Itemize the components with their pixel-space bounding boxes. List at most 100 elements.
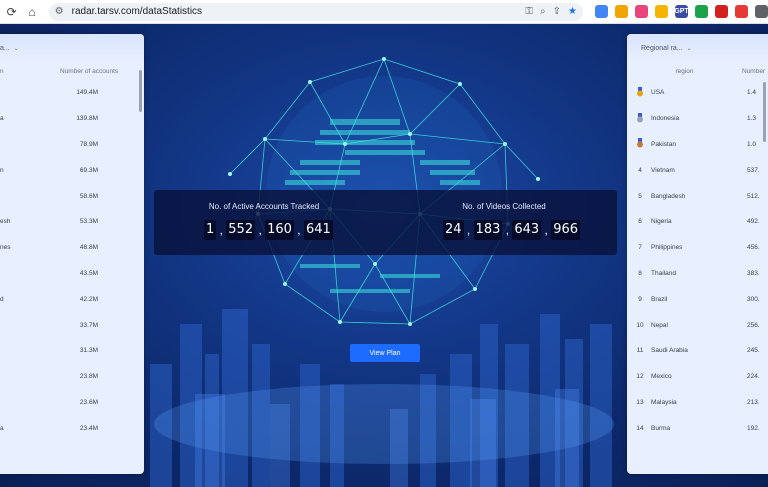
digit-separator: , [466,223,471,237]
accounts-cell: 58.6M [79,192,98,200]
accounts-counter: 1, 552, 160, 641 [204,220,333,240]
browser-toolbar: ⟳ ⌂ ⚙ radar.tarsv.com/dataStatistics ⚿ ⌕… [0,0,768,24]
left-panel-dropdown[interactable]: a... ⌄ [0,45,19,52]
accounts-cell: 139.8M [76,115,98,123]
videos-counter: 24, 183, 643, 966 [443,220,581,240]
data-statistics-page: a... ⌄ n Number of accounts 149.4M a 139.8… [0,24,768,487]
right-panel-dropdown[interactable]: Regional ra... ⌄ [641,45,692,52]
table-row [627,441,768,467]
accounts-cell: 33.7M [79,321,98,329]
table-row: 9 Brazil 300. [627,286,768,312]
left-panel-header: a... ⌄ [0,34,144,62]
left-scrollbar[interactable] [139,70,142,112]
back-icon[interactable]: ⟳ [3,3,20,21]
accounts-cell: 23.6M [79,398,98,406]
number-cell: 383. [747,269,760,277]
table-row: a 23.4M [0,415,144,441]
chevron-down-icon: ⌄ [13,45,19,52]
right-col-number: Number [742,67,766,75]
silver-medal-icon [627,112,649,125]
rank-cell: 12 [636,373,644,381]
region-cell: Thailand [651,269,676,277]
user-ext-icon[interactable] [655,5,668,18]
table-row: 4 Vietnam 537. [627,157,768,183]
region-cell: Malaysia [651,398,677,406]
bronze-medal-icon [627,138,649,150]
table-row: 149.4M [0,80,144,106]
accounts-digit-group: 552 [226,220,256,240]
green-ext-icon[interactable] [695,5,708,18]
number-cell: 300. [747,295,760,303]
accounts-digit-group: 1 [204,220,217,240]
site-info-icon[interactable]: ⚙ [55,6,64,17]
region-cell: Saudi Arabia [651,347,688,355]
left-accounts-panel: a... ⌄ n Number of accounts 149.4M a 139.8… [0,34,144,474]
number-cell: 1.0 [747,140,757,148]
chevron-down-icon: ⌄ [686,45,692,52]
address-bar[interactable]: ⚙ radar.tarsv.com/dataStatistics ⚿ ⌕ ⇪ ★ [48,2,583,21]
table-row: 10 Nepal 256. [627,312,768,338]
region-cell: Pakistan [651,140,676,148]
home-icon[interactable]: ⌂ [23,3,40,21]
view-plan-button[interactable]: View Plan [350,344,420,362]
region-cell: nes [0,244,11,252]
left-col-accounts: Number of accounts [60,67,119,75]
rank-cell: 6 [638,218,642,226]
accounts-cell: 42.2M [79,295,98,303]
rank-cell: 14 [636,424,644,432]
region-cell: Philippines [651,244,683,252]
opera-ext-icon[interactable] [715,5,728,18]
red-ext-icon[interactable] [735,5,748,18]
table-row: esh 53.3M [0,209,144,235]
accounts-cell: 69.3M [79,166,98,174]
videos-digit-group: 966 [551,220,581,240]
region-cell: esh [0,218,11,226]
table-row: Indonesia 1.3 [627,106,768,132]
rank-cell: 9 [638,295,642,303]
puzzle-icon[interactable] [755,5,768,18]
table-row: 14 Burma 192. [627,415,768,441]
region-cell: n [0,166,4,174]
region-cell: Mexico [651,373,672,381]
number-cell: 492. [747,218,760,226]
table-row: 5 Bangladesh 512. [627,183,768,209]
pink-ext-icon[interactable] [635,5,648,18]
chrome-ext-icon[interactable] [615,5,628,18]
accounts-cell: 78.9M [79,140,98,148]
right-dropdown-label: Regional ra... [641,44,683,52]
gpt-ext-icon[interactable]: GPT [674,5,689,18]
digit-separator: , [544,223,548,237]
url-text: radar.tarsv.com/dataStatistics [71,6,203,17]
rank-cell: 10 [636,321,644,329]
table-row: 11 Saudi Arabia 245. [627,338,768,364]
region-cell: a [0,424,4,432]
rank-cell: 11 [636,347,644,355]
table-row: 43.5M [0,261,144,287]
accounts-counter-title: No. of Active Accounts Tracked [208,202,320,211]
region-cell: Brazil [651,295,668,303]
region-cell: Nigeria [651,218,672,226]
table-row: a 139.8M [0,106,144,132]
right-table-body: USA 1.4 Indonesia 1.3 Pakistan 1.0 4 Vietnam 537… [627,80,768,467]
translate-icon[interactable] [595,5,608,18]
table-row [0,441,144,467]
key-icon[interactable]: ⚿ [525,6,533,17]
table-row: USA 1.4 [627,80,768,106]
share-icon[interactable]: ⇪ [553,6,561,17]
region-cell: d [0,295,4,303]
number-cell: 213. [747,398,760,406]
table-row: 6 Nigeria 492. [627,209,768,235]
rank-cell: 8 [638,269,642,277]
bookmark-star-icon[interactable]: ★ [568,6,577,17]
table-row: 31.3M [0,338,144,364]
right-scrollbar[interactable] [763,82,766,142]
number-cell: 1.4 [747,89,757,97]
accounts-cell: 23.8M [79,373,98,381]
accounts-digit-group: 160 [265,220,294,240]
videos-digit-group: 183 [473,220,503,240]
digit-separator: , [219,223,223,237]
zoom-icon[interactable]: ⌕ [540,6,546,17]
number-cell: 1.3 [747,115,757,123]
region-cell: USA [651,89,665,97]
accounts-cell: 23.4M [79,424,98,432]
